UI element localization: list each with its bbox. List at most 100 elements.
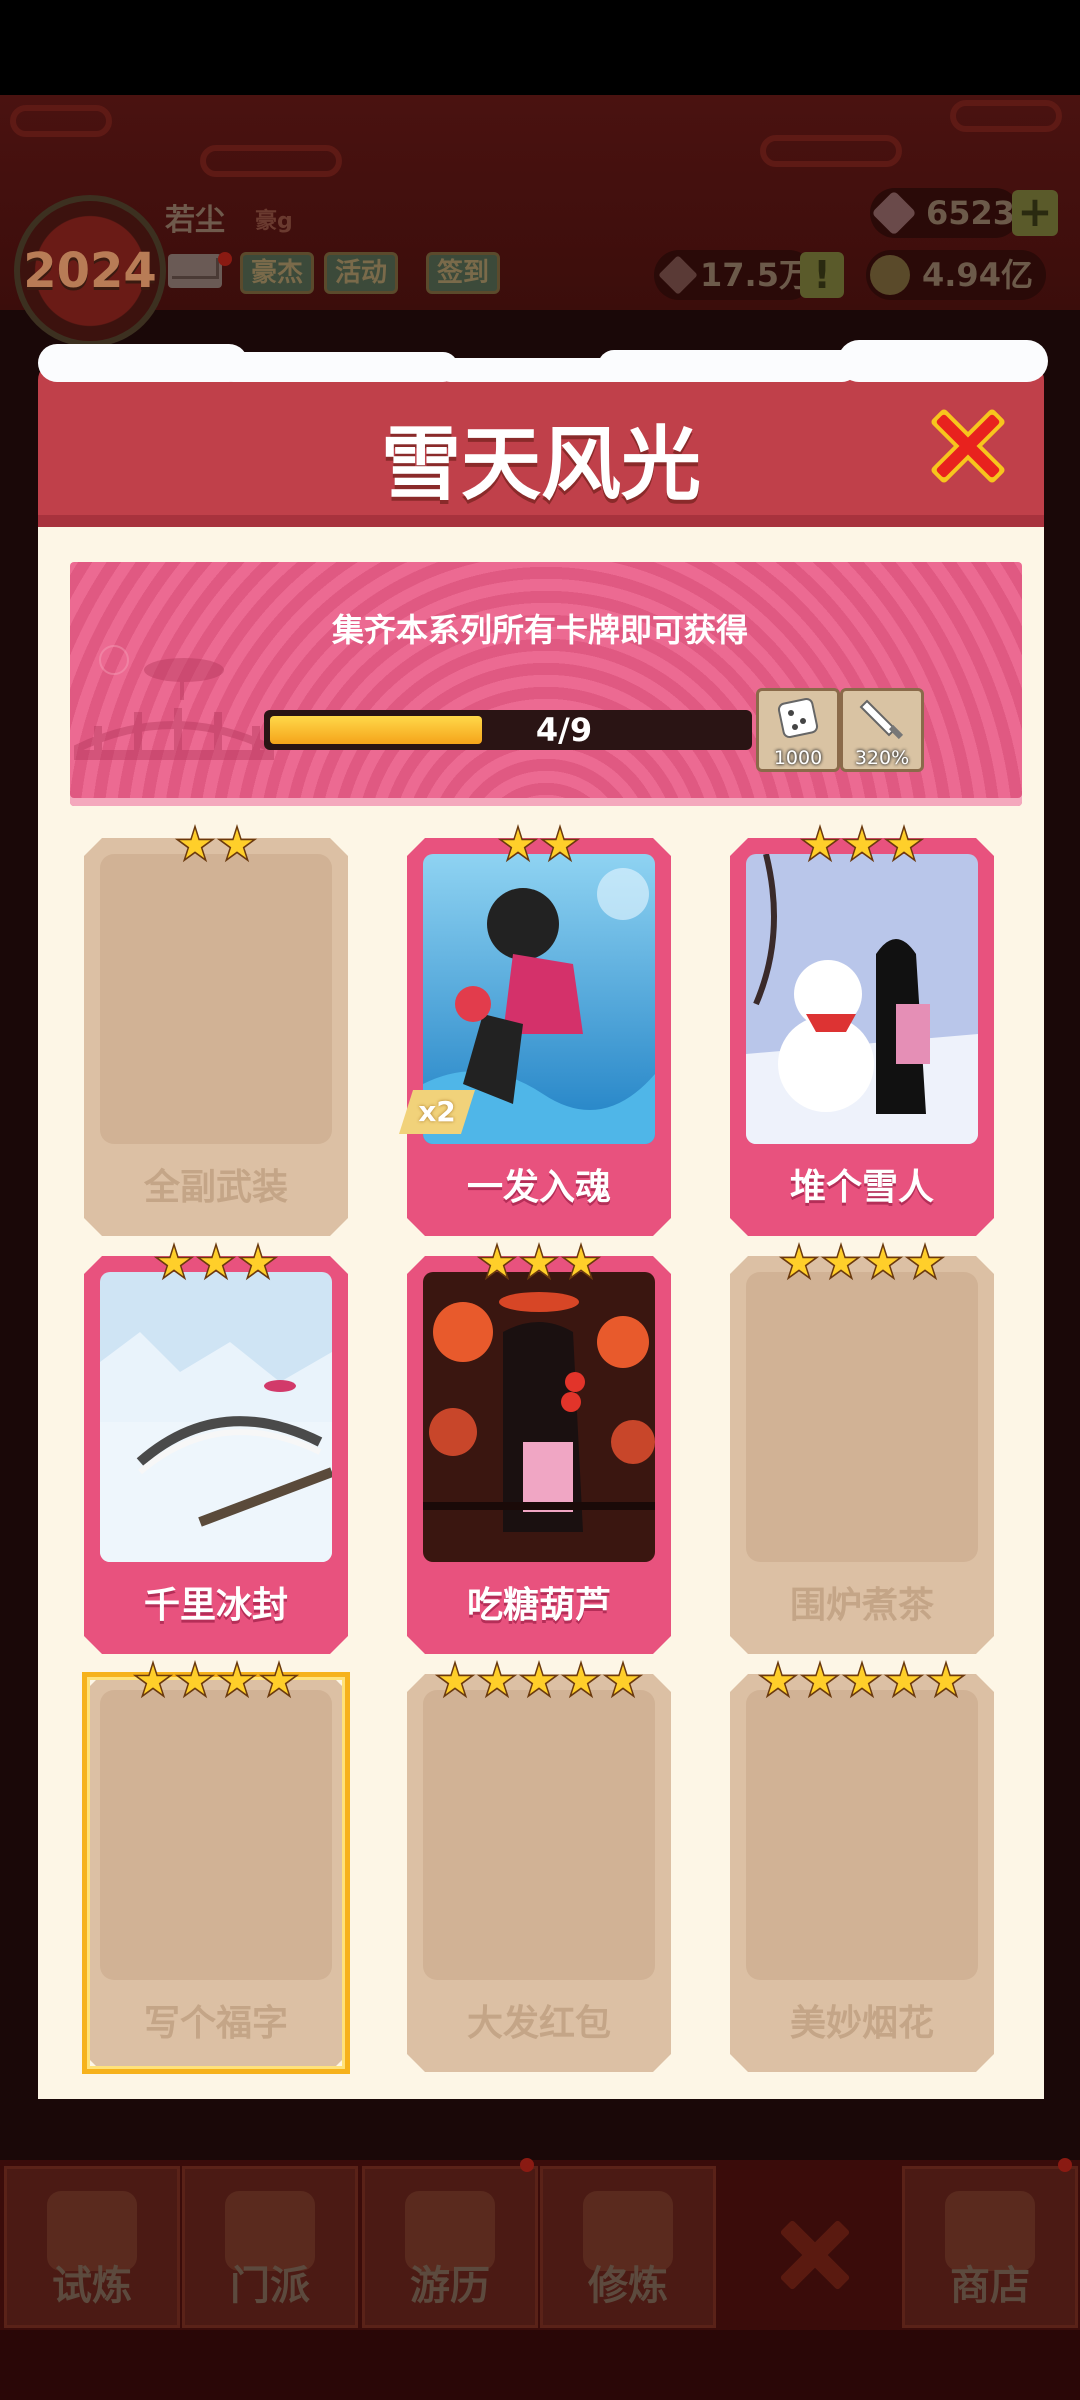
card-name: 堆个雪人 (789, 1167, 934, 1208)
card-name: 一发入魂 (466, 1167, 611, 1208)
star-icon (841, 1660, 883, 1702)
star-icon (883, 1660, 925, 1702)
activity-button[interactable]: 活动 (324, 252, 399, 294)
star-icon (174, 824, 216, 866)
star-icon (476, 1242, 518, 1284)
star-icon (925, 1660, 967, 1702)
nav-notification-dot (520, 2158, 534, 2172)
star-icon (799, 1660, 841, 1702)
nav-shop-label: 商店 (950, 2263, 1030, 2309)
card-art (423, 1690, 655, 1980)
collection-card[interactable]: 千里冰封 (84, 1256, 348, 1654)
gold-counter: 4.94亿 (866, 250, 1046, 300)
star-icon (434, 1660, 476, 1702)
reward-dice-label: 1000 (773, 747, 823, 769)
star-icon (757, 1660, 799, 1702)
reward-dagger[interactable]: 320% (840, 688, 924, 772)
star-icon (153, 1242, 195, 1284)
star-icon (258, 1660, 300, 1702)
card-star-rating (730, 1660, 994, 1702)
star-icon (497, 824, 539, 866)
bottom-strip (0, 2330, 1080, 2400)
collection-card[interactable]: 吃糖葫芦 (407, 1256, 671, 1654)
reward-dagger-label: 320% (854, 747, 910, 769)
star-icon (841, 824, 883, 866)
card-art (746, 1272, 978, 1562)
nav-sect-label: 门派 (230, 2263, 310, 2309)
card-star-rating (407, 824, 671, 866)
power-value: 17.5万 (700, 256, 811, 294)
star-icon (862, 1242, 904, 1284)
power-info-button[interactable]: ! (800, 252, 844, 298)
status-bar (0, 0, 1080, 95)
card-name: 全副武装 (143, 1167, 288, 1208)
nav-cultivate[interactable]: 修炼 (540, 2166, 716, 2328)
gems-value: 6523 (926, 194, 1016, 232)
card-art (746, 854, 978, 1144)
gold-value: 4.94亿 (922, 256, 1033, 294)
card-star-rating (84, 824, 348, 866)
card-art (100, 1272, 332, 1562)
star-icon (560, 1660, 602, 1702)
star-icon (539, 824, 581, 866)
collection-card[interactable]: 美妙烟花 (730, 1674, 994, 2072)
star-icon (174, 1660, 216, 1702)
star-icon (799, 824, 841, 866)
star-icon (476, 1660, 518, 1702)
power-icon (658, 255, 698, 295)
collection-card[interactable]: 围炉煮茶 (730, 1256, 994, 1654)
nav-shop[interactable]: 商店 (902, 2166, 1078, 2328)
player-name: 若尘 (165, 203, 225, 238)
nav-travel[interactable]: 游历 (362, 2166, 538, 2328)
coin-icon (870, 255, 910, 295)
snow-decoration (38, 340, 1048, 390)
card-star-rating (730, 824, 994, 866)
nav-close-icon[interactable] (770, 2210, 860, 2300)
card-gold-frame (82, 1672, 350, 2074)
star-icon (904, 1242, 946, 1284)
star-icon (216, 1660, 258, 1702)
star-icon (778, 1242, 820, 1284)
close-button[interactable] (920, 398, 1016, 494)
star-icon (237, 1242, 279, 1284)
card-name: 围炉煮茶 (789, 1585, 934, 1626)
card-art (746, 1690, 978, 1980)
card-star-rating (407, 1660, 671, 1702)
power-counter: 17.5万 (654, 250, 814, 300)
checkin-button[interactable]: 签到 (426, 252, 501, 294)
close-icon (931, 409, 1005, 483)
collection-card[interactable]: 一发入魂 (407, 838, 671, 1236)
year-badge-text: 2024 (23, 243, 157, 299)
star-icon (883, 824, 925, 866)
banner-text: 集齐本系列所有卡牌即可获得 (331, 611, 748, 649)
mail-notification-dot (218, 252, 232, 266)
dice-icon (777, 697, 819, 739)
card-name: 美妙烟花 (789, 2003, 934, 2044)
year-badge[interactable]: 2024 (14, 195, 166, 347)
nav-trial[interactable]: 试炼 (4, 2166, 180, 2328)
collection-card[interactable]: 全副武装 (84, 838, 348, 1236)
dagger-icon (859, 699, 904, 740)
mail-icon[interactable] (168, 254, 222, 288)
gem-icon (871, 190, 917, 236)
collection-card[interactable]: 堆个雪人 (730, 838, 994, 1236)
star-icon (560, 1242, 602, 1284)
collection-card[interactable]: 大发红包 (407, 1674, 671, 2072)
nav-sect[interactable]: 门派 (182, 2166, 358, 2328)
card-name: 吃糖葫芦 (466, 1585, 611, 1626)
star-icon (132, 1660, 174, 1702)
star-icon (518, 1242, 560, 1284)
nav-travel-label: 游历 (410, 2263, 490, 2309)
star-icon (195, 1242, 237, 1284)
nav-shop-notification-dot (1058, 2158, 1072, 2172)
star-icon (216, 824, 258, 866)
modal-title: 雪天风光 (381, 418, 701, 511)
card-art (423, 1272, 655, 1562)
card-art (100, 854, 332, 1144)
star-icon (602, 1660, 644, 1702)
nav-trial-label: 试炼 (52, 2263, 132, 2309)
hero-button[interactable]: 豪杰 (240, 252, 315, 294)
reward-dice[interactable]: 1000 (756, 688, 840, 772)
card-name: 千里冰封 (143, 1585, 288, 1626)
add-gems-button[interactable]: + (1012, 190, 1058, 236)
